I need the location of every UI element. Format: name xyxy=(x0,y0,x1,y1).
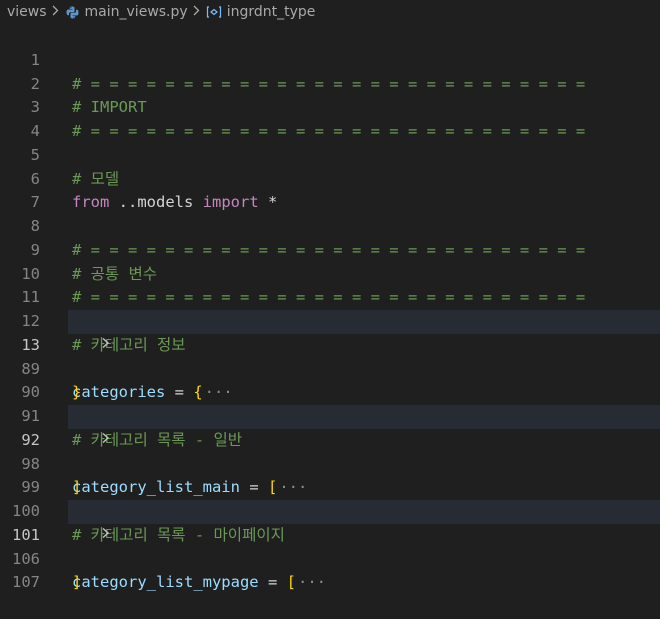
breadcrumb-file[interactable]: main_views.py xyxy=(63,4,188,20)
operator-token: = xyxy=(239,478,268,497)
breadcrumb-folder[interactable]: views xyxy=(7,4,47,20)
line-number: 98 xyxy=(21,454,40,473)
line-number: 99 xyxy=(21,478,40,497)
code-line[interactable]: 6 from ..models import * xyxy=(0,144,660,212)
code-line[interactable]: 2 # IMPORT xyxy=(0,49,660,117)
folded-ellipsis[interactable]: ··· xyxy=(296,573,328,591)
code-line[interactable]: 99 xyxy=(0,453,660,496)
line-number: 4 xyxy=(30,122,40,140)
comment-token: # = = = = = = = = = = = = = = = = = = = … xyxy=(72,122,586,140)
chevron-right-icon xyxy=(47,5,63,20)
folded-code-line[interactable]: 13 categories = {··· xyxy=(0,310,660,401)
line-number: 107 xyxy=(12,573,40,592)
folded-code-line[interactable]: 101 category_list_mypage = [··· xyxy=(0,500,660,591)
operator-token: = xyxy=(165,383,194,402)
line-number: 3 xyxy=(30,98,40,117)
wildcard-token: * xyxy=(258,193,278,212)
code-line[interactable]: 9 # 공통 변수 xyxy=(0,215,660,283)
variable-token: category_list_mypage xyxy=(72,573,259,592)
line-number: 12 xyxy=(21,312,40,330)
line-number: 91 xyxy=(21,407,40,425)
code-line[interactable]: 1 # = = = = = = = = = = = = = = = = = = … xyxy=(0,25,660,93)
line-number: 11 xyxy=(21,288,40,307)
line-number: 89 xyxy=(21,359,40,378)
variable-symbol-icon xyxy=(206,5,222,19)
keyword-token: import xyxy=(202,193,259,212)
line-number: 90 xyxy=(21,383,40,402)
operator-token: = xyxy=(258,573,287,592)
line-number: 6 xyxy=(30,169,40,188)
breadcrumb: views main_views.py ingrdnt_type xyxy=(0,0,660,24)
folded-code-line[interactable]: 92 category_list_main = [··· xyxy=(0,405,660,496)
folded-ellipsis[interactable]: ··· xyxy=(203,383,235,401)
line-number: 9 xyxy=(30,240,40,259)
code-editor[interactable]: 1 # = = = = = = = = = = = = = = = = = = … xyxy=(0,25,660,591)
keyword-token: from xyxy=(72,193,110,212)
line-number: 1 xyxy=(30,50,40,69)
bracket-token: { xyxy=(193,383,203,402)
comment-token: # IMPORT xyxy=(72,98,147,117)
python-file-icon xyxy=(66,6,79,19)
line-number: 2 xyxy=(30,74,40,93)
comment-token: # = = = = = = = = = = = = = = = = = = = … xyxy=(72,240,586,259)
bracket-token: } xyxy=(72,383,82,402)
line-number: 5 xyxy=(30,145,40,164)
folded-ellipsis[interactable]: ··· xyxy=(277,478,309,496)
breadcrumb-symbol-label: ingrdnt_type xyxy=(226,4,316,20)
line-number: 100 xyxy=(12,502,40,520)
line-number: 106 xyxy=(12,549,40,568)
code-line[interactable]: 107 xyxy=(0,548,660,591)
code-line[interactable]: 90 xyxy=(0,358,660,401)
comment-token: # 공통 변수 xyxy=(72,264,158,283)
breadcrumb-file-label: main_views.py xyxy=(84,4,188,20)
variable-token: category_list_main xyxy=(72,478,240,497)
breadcrumb-symbol[interactable]: ingrdnt_type xyxy=(204,4,316,20)
fold-chevron-right-icon[interactable] xyxy=(50,405,109,476)
line-number: 92 xyxy=(21,430,40,449)
line-number: 8 xyxy=(30,217,40,235)
line-number: 101 xyxy=(12,525,40,544)
chevron-right-icon xyxy=(188,5,204,20)
line-number: 13 xyxy=(21,335,40,354)
bracket-token: ] xyxy=(72,573,82,592)
comment-token: # 모델 xyxy=(72,169,120,188)
breadcrumb-folder-label: views xyxy=(7,4,47,20)
bracket-token: [ xyxy=(286,573,296,592)
module-token: ..models xyxy=(109,193,203,212)
comment-token: # = = = = = = = = = = = = = = = = = = = … xyxy=(72,74,586,93)
line-number: 10 xyxy=(21,264,40,283)
fold-chevron-right-icon[interactable] xyxy=(50,310,109,381)
bracket-token: [ xyxy=(267,478,278,497)
line-number: 7 xyxy=(30,193,40,212)
comment-token: # = = = = = = = = = = = = = = = = = = = … xyxy=(72,288,586,307)
variable-token: categories xyxy=(72,383,166,402)
bracket-token: ] xyxy=(72,478,82,497)
